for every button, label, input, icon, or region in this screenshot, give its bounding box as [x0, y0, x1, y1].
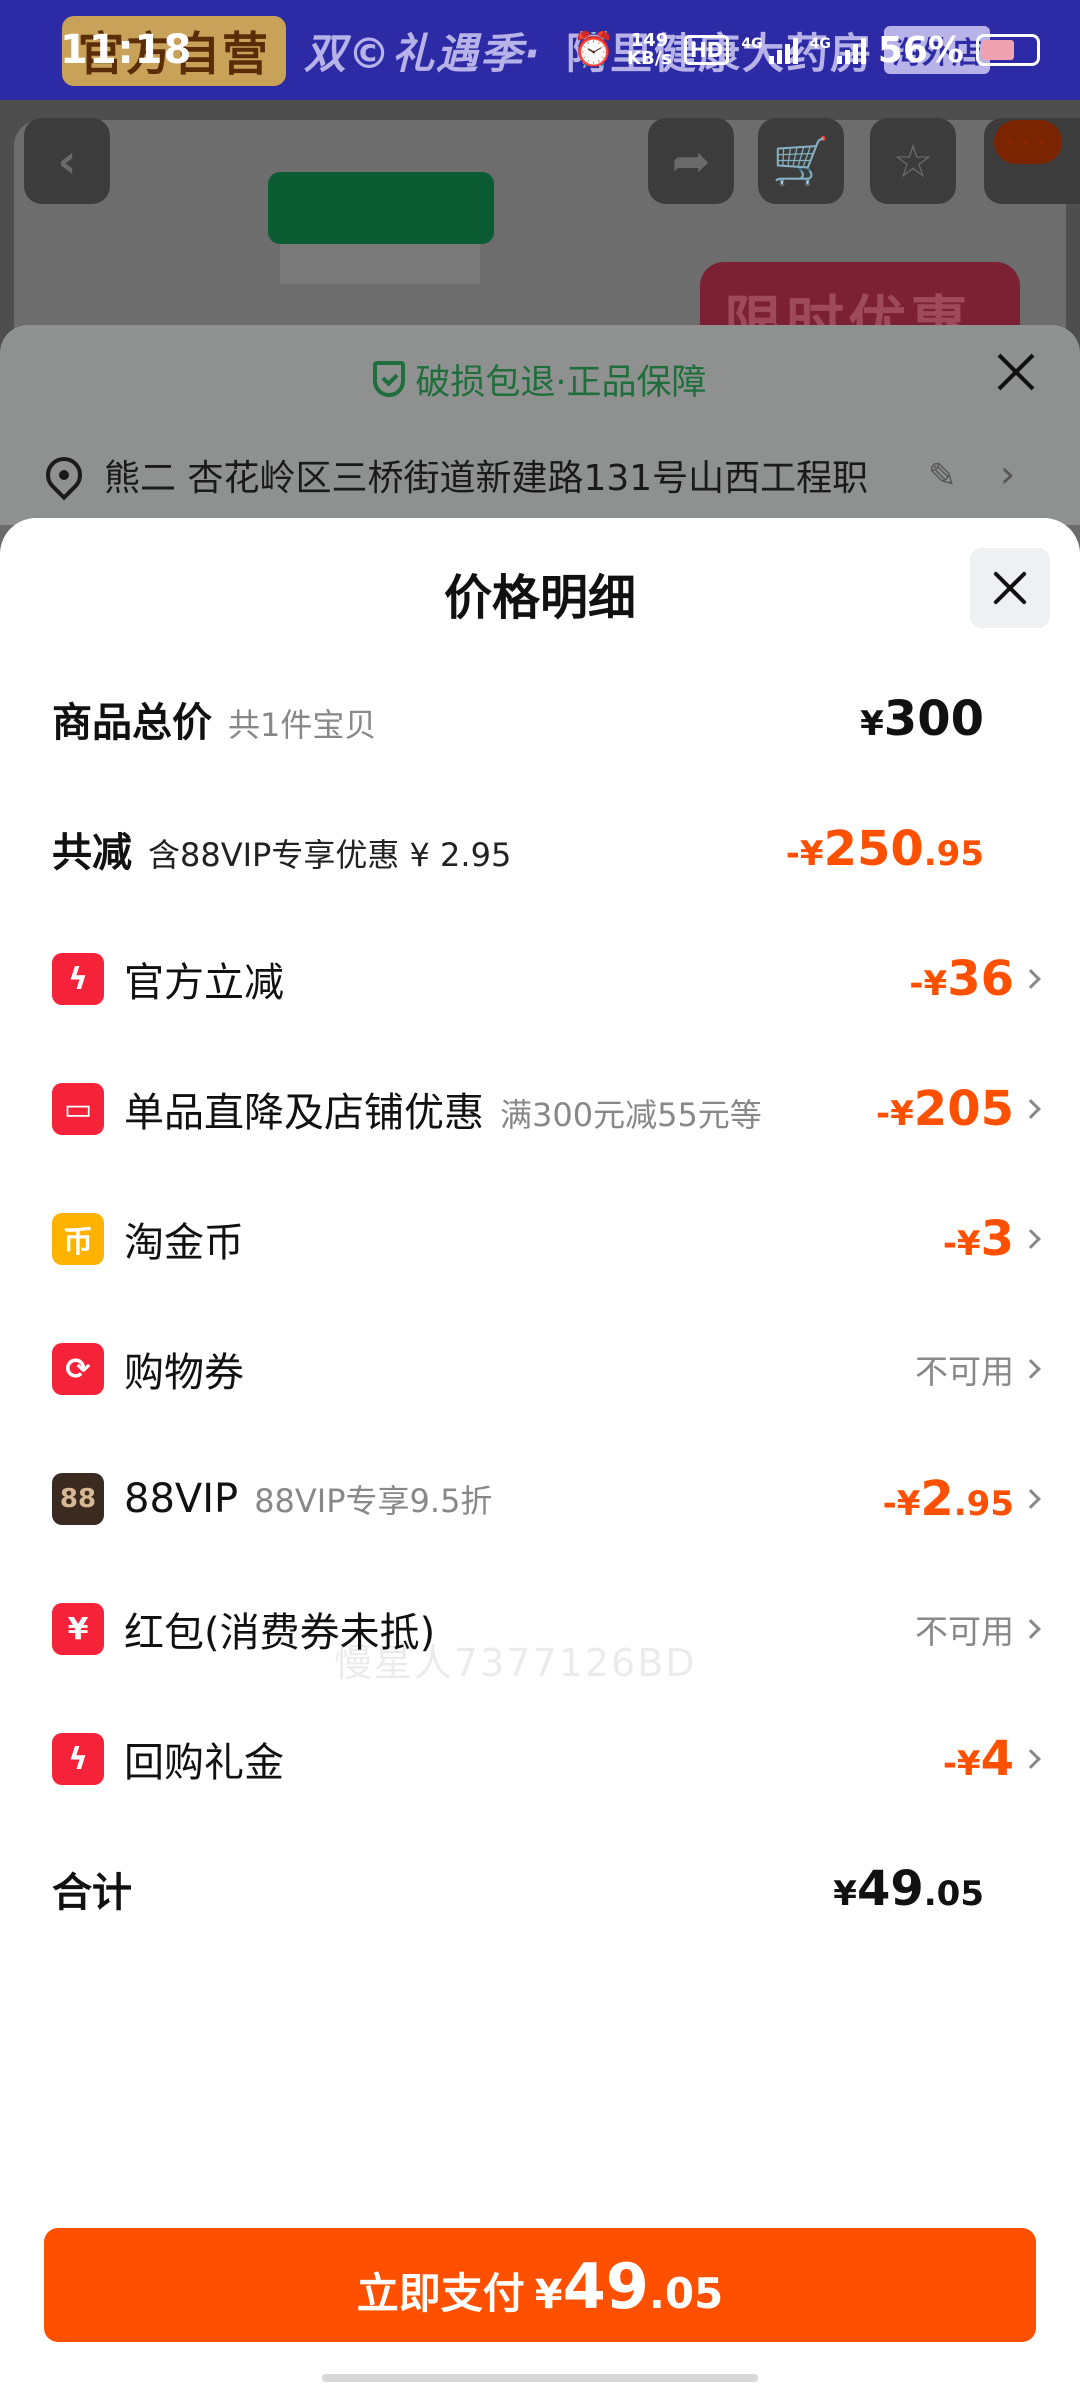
- red-packet-icon: ¥: [52, 1603, 104, 1655]
- coins-amount: -¥ 3: [942, 1211, 1014, 1267]
- coins-label: 淘金币: [124, 1220, 244, 1266]
- row-shop-discount[interactable]: ▭ 单品直降及店铺优惠 满300元减55元等 -¥ 205: [0, 1064, 1080, 1154]
- row-vip[interactable]: 88 88VIP 88VIP专享9.5折 -¥ 2 .95: [0, 1454, 1080, 1544]
- chevron-right-icon: [1021, 1489, 1041, 1509]
- chevron-right-icon: [1021, 1359, 1041, 1379]
- back-icon[interactable]: ‹: [24, 118, 110, 204]
- row-total-discount: 共减 含88VIP专享优惠 ¥ 2.95 -¥ 250 .95: [0, 804, 1080, 894]
- coin-icon: 币: [52, 1213, 104, 1265]
- status-bar: 11:18 ⏰ 149 KB/s HD 4G 4G 56%: [0, 0, 1080, 100]
- product-image: [268, 172, 494, 244]
- shop-discount-amount: -¥ 205: [876, 1081, 1014, 1137]
- chevron-right-icon: [1021, 1099, 1041, 1119]
- sum-amount: ¥ 49 .05: [833, 1861, 984, 1917]
- close-icon[interactable]: [996, 352, 1036, 392]
- row-coins[interactable]: 币 淘金币 -¥ 3: [0, 1194, 1080, 1284]
- pay-button-currency: ¥: [534, 2272, 563, 2318]
- location-pin-icon: [38, 449, 90, 501]
- rebuy-gift-label: 回购礼金: [124, 1740, 284, 1786]
- total-price-count: 共1件宝贝: [228, 706, 377, 744]
- row-rebuy-gift[interactable]: ϟ 回购礼金 -¥ 4: [0, 1714, 1080, 1804]
- row-total-price: 商品总价 共1件宝贝 ¥ 300: [0, 674, 1080, 764]
- rebuy-gift-amount: -¥ 4: [942, 1731, 1014, 1787]
- total-price-label: 商品总价: [52, 700, 212, 746]
- hd-icon: HD: [684, 35, 730, 65]
- status-time: 11:18: [60, 27, 193, 73]
- address-text: 熊二 杏花岭区三桥街道新建路131号山西工程职: [104, 458, 869, 499]
- price-detail-sheet: 价格明细 商品总价 共1件宝贝 ¥ 300 共减 含88VIP专享优惠 ¥ 2.…: [0, 518, 1080, 2388]
- total-discount-note: 含88VIP专享优惠 ¥ 2.95: [148, 836, 512, 874]
- chevron-right-icon: [1021, 1229, 1041, 1249]
- network-type-1: 4G: [741, 35, 763, 52]
- close-icon[interactable]: [970, 548, 1050, 628]
- red-packet-label: 红包(消费券未抵): [124, 1610, 436, 1656]
- red-packet-status: 不可用: [915, 1612, 1014, 1651]
- network-type-2: 4G: [809, 35, 831, 52]
- address-row[interactable]: 熊二 杏花岭区三桥街道新建路131号山西工程职 ✎ ›: [0, 430, 1080, 520]
- net-speed: 149 KB/s: [627, 30, 673, 69]
- lightning-icon: ϟ: [52, 953, 104, 1005]
- edit-icon[interactable]: ✎: [928, 456, 957, 496]
- vip-88-icon: 88: [52, 1473, 104, 1525]
- alarm-icon: ⏰: [572, 30, 616, 70]
- battery-percent: 56%: [877, 29, 964, 71]
- shield-check-icon: [373, 361, 406, 397]
- star-icon[interactable]: ☆: [870, 118, 956, 204]
- guarantee-text: 破损包退·正品保障: [415, 362, 707, 403]
- total-discount-amount: -¥ 250 .95: [785, 821, 984, 877]
- coupon-icon: ⟳: [52, 1343, 104, 1395]
- voucher-status: 不可用: [915, 1352, 1014, 1391]
- pay-now-button[interactable]: 立即支付 ¥ 49 .05: [44, 2228, 1036, 2342]
- total-discount-label: 共减: [52, 830, 132, 876]
- vip-label: 88VIP: [124, 1476, 239, 1522]
- row-sum: 合计 ¥ 49 .05: [0, 1844, 1080, 1934]
- battery-icon: [976, 34, 1040, 66]
- cart-icon[interactable]: 🛒: [758, 118, 844, 204]
- row-red-packet[interactable]: ¥ 红包(消费券未抵) 不可用: [0, 1584, 1080, 1674]
- chevron-right-icon: [1021, 1749, 1041, 1769]
- share-icon[interactable]: ➦: [648, 118, 734, 204]
- more-icon[interactable]: [984, 118, 1080, 204]
- row-voucher[interactable]: ⟳ 购物券 不可用: [0, 1324, 1080, 1414]
- sum-label: 合计: [52, 1870, 132, 1916]
- voucher-label: 购物券: [124, 1350, 244, 1396]
- chevron-right-icon: [1021, 969, 1041, 989]
- shop-discount-label: 单品直降及店铺优惠: [124, 1090, 484, 1136]
- chevron-right-icon: [1021, 1619, 1041, 1639]
- sheet-title: 价格明细: [443, 570, 636, 626]
- vip-note: 88VIP专享9.5折: [254, 1482, 493, 1520]
- signal-icon: [836, 36, 866, 64]
- guarantee-banner: 破损包退·正品保障: [0, 340, 1080, 418]
- vip-amount: -¥ 2 .95: [882, 1471, 1014, 1527]
- shop-icon: ▭: [52, 1083, 104, 1135]
- product-image-body: [280, 244, 480, 284]
- total-price-amount: ¥ 300: [860, 691, 984, 747]
- chevron-right-icon[interactable]: ›: [1000, 452, 1015, 496]
- row-official-discount[interactable]: ϟ 官方立减 -¥ 36: [0, 934, 1080, 1024]
- gift-icon: ϟ: [52, 1733, 104, 1785]
- home-indicator[interactable]: [322, 2374, 758, 2382]
- shop-discount-note: 满300元减55元等: [500, 1096, 762, 1134]
- official-discount-label: 官方立减: [124, 960, 284, 1006]
- pay-button-amount-dec: .05: [648, 2269, 724, 2318]
- pay-button-amount-int: 49: [562, 2250, 649, 2323]
- signal-icon: [768, 36, 798, 64]
- pay-button-label: 立即支付: [356, 2269, 525, 2318]
- official-discount-amount: -¥ 36: [909, 951, 1014, 1007]
